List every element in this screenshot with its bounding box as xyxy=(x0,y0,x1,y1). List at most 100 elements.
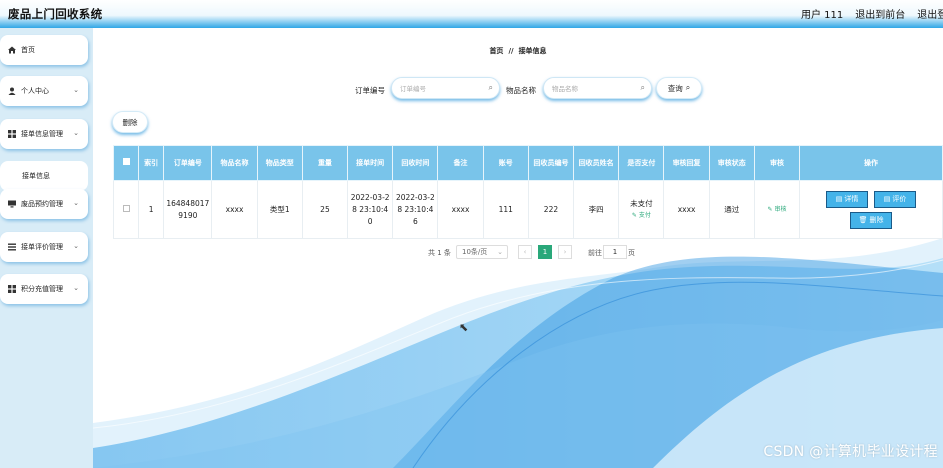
chevron-down-icon: ⌄ xyxy=(73,129,79,137)
select-all-header[interactable] xyxy=(112,145,140,181)
sidebar-item-profile[interactable]: 个人中心 ⌄ xyxy=(0,76,88,106)
list-icon xyxy=(8,243,16,251)
column-header: 审核状态 xyxy=(708,145,755,181)
watermark: CSDN @计算机毕业设计程 xyxy=(763,444,938,460)
edit-icon: ✎ xyxy=(767,206,773,213)
chevron-down-icon: ⌄ xyxy=(73,284,79,292)
rate-button[interactable]: ▤ 评价 xyxy=(874,190,917,208)
sidebar: 首页 个人中心 ⌄ 接单信息管理 ⌄ 接单信息 废品预约管理 ⌄ 接单评价管理 … xyxy=(0,28,93,468)
item-name-label: 物品名称 xyxy=(506,86,536,95)
row-delete-label: 删除 xyxy=(869,216,884,224)
prev-page-button[interactable]: ‹ xyxy=(518,245,532,259)
table-header-row: 索引 订单编号 物品名称 物品类型 重量 接单时间 回收时间 备注 账号 回收员… xyxy=(112,145,943,181)
row-select-cell[interactable] xyxy=(112,180,140,239)
row-delete-button[interactable]: 🗑 删除 xyxy=(850,211,893,229)
pay-link[interactable]: ✎ 支付 xyxy=(621,210,661,222)
sidebar-item-label: 废品预约管理 xyxy=(21,200,63,208)
sidebar-item-order-manage[interactable]: 接单信息管理 ⌄ xyxy=(0,119,88,149)
search-icon: ⌕ xyxy=(488,83,493,92)
row-checkbox[interactable] xyxy=(122,204,130,212)
goto-input[interactable]: 1 xyxy=(603,245,627,259)
username-label: 用户 111 xyxy=(801,10,844,21)
detail-label: 详情 xyxy=(844,195,859,203)
top-bar: 废品上门回收系统 用户 111 退出到前台 退出登录 xyxy=(0,0,943,28)
next-page-button[interactable]: › xyxy=(558,245,572,259)
column-header: 回收时间 xyxy=(392,145,439,181)
page-size-value: 10条/页 xyxy=(462,248,488,256)
column-header: 订单编号 xyxy=(163,145,213,181)
table-row: 1 1648480179190 xxxx 类型1 25 2022-03-28 2… xyxy=(112,180,943,239)
user-area: 用户 111 退出到前台 退出登录 xyxy=(801,6,943,21)
cell-account: 111 xyxy=(482,180,529,239)
column-header: 是否支付 xyxy=(618,145,665,181)
order-table: 索引 订单编号 物品名称 物品类型 重量 接单时间 回收时间 备注 账号 回收员… xyxy=(112,145,943,239)
item-name-input[interactable]: 物品名称 ⌕ xyxy=(543,77,652,99)
pay-link-label: 支付 xyxy=(638,211,651,219)
chevron-left-icon: ‹ xyxy=(523,248,527,256)
mouse-cursor-icon: ⬉ xyxy=(459,321,469,334)
sidebar-subitem-order-info[interactable]: 接单信息 xyxy=(0,161,88,191)
breadcrumb-home[interactable]: 首页 xyxy=(489,47,503,55)
detail-button[interactable]: ▤ 详情 xyxy=(826,190,869,208)
front-link[interactable]: 退出到前台 xyxy=(855,6,905,21)
column-header: 审核回复 xyxy=(663,145,710,181)
cell-item-type: 类型1 xyxy=(256,180,303,239)
sidebar-item-label: 接单评价管理 xyxy=(21,243,63,251)
cell-review: ✎ 审核 xyxy=(753,180,801,239)
total-count: 共 1 条 xyxy=(428,249,451,257)
query-button-label: 查询 xyxy=(667,83,683,93)
page-size-select[interactable]: 10条/页 ⌄ xyxy=(456,245,508,259)
review-link[interactable]: ✎ 审核 xyxy=(767,206,786,213)
cell-index: 1 xyxy=(138,180,165,239)
order-no-placeholder: 订单编号 xyxy=(400,85,426,93)
cell-review-status: 通过 xyxy=(708,180,755,239)
column-header: 账号 xyxy=(482,145,529,181)
column-header: 重量 xyxy=(301,145,349,181)
sidebar-item-review-manage[interactable]: 接单评价管理 ⌄ xyxy=(0,232,88,262)
grid-icon xyxy=(8,130,16,138)
select-all-checkbox[interactable] xyxy=(122,157,130,165)
breadcrumb: 首页 // 接单信息 xyxy=(93,46,943,56)
logout-link[interactable]: 退出登录 xyxy=(917,6,943,21)
column-header: 审核 xyxy=(753,145,801,181)
sidebar-item-home[interactable]: 首页 xyxy=(0,35,88,65)
cell-accept-time: 2022-03-28 23:10:40 xyxy=(347,180,394,239)
page-1-button[interactable]: 1 xyxy=(538,245,552,259)
chevron-down-icon: ⌄ xyxy=(73,242,79,250)
home-icon xyxy=(8,46,16,54)
cell-remark: xxxx xyxy=(437,180,484,239)
main-content: 首页//接单信息 订单编号 订单编号 ⌕ 物品名称 物品名称 ⌕ 查询 ⌕ 删除 … xyxy=(93,28,943,468)
batch-delete-label: 删除 xyxy=(122,117,138,127)
sidebar-item-label: 积分充值管理 xyxy=(21,285,63,293)
batch-delete-button[interactable]: 删除 xyxy=(112,111,148,133)
grid-icon xyxy=(8,285,16,293)
sidebar-item-recharge-manage[interactable]: 积分充值管理 ⌄ xyxy=(0,274,88,304)
column-header: 物品类型 xyxy=(256,145,303,181)
user-icon xyxy=(8,87,16,95)
cell-paid: 未支付 ✎ 支付 xyxy=(618,180,665,239)
pagination: 共 1 条 10条/页 ⌄ ‹ 1 › 前往 1 页 xyxy=(93,245,943,261)
cell-item-name: xxxx xyxy=(211,180,258,239)
column-header: 操作 xyxy=(799,145,943,181)
chevron-down-icon: ⌄ xyxy=(73,199,79,207)
rate-label: 评价 xyxy=(892,195,907,203)
edit-icon: ✎ xyxy=(631,211,637,219)
breadcrumb-current: 接单信息 xyxy=(518,47,547,55)
order-no-label: 订单编号 xyxy=(355,86,385,95)
cell-collector-no: 222 xyxy=(527,180,575,239)
sidebar-subitem-label: 接单信息 xyxy=(22,172,50,180)
chevron-down-icon: ⌄ xyxy=(497,248,503,256)
item-name-placeholder: 物品名称 xyxy=(552,85,578,93)
goto-label: 前往 xyxy=(588,249,602,257)
app-title: 废品上门回收系统 xyxy=(8,7,103,21)
cell-collector-name: 李四 xyxy=(573,180,620,239)
sidebar-item-label: 接单信息管理 xyxy=(21,130,63,138)
query-button[interactable]: 查询 ⌕ xyxy=(656,77,702,99)
order-no-input[interactable]: 订单编号 ⌕ xyxy=(391,77,500,99)
column-header: 回收员编号 xyxy=(527,145,575,181)
monitor-icon xyxy=(8,200,16,208)
cell-review-reply: xxxx xyxy=(663,180,710,239)
column-header: 备注 xyxy=(437,145,484,181)
sidebar-item-booking-manage[interactable]: 废品预约管理 ⌄ xyxy=(0,189,88,219)
column-header: 回收员姓名 xyxy=(573,145,620,181)
